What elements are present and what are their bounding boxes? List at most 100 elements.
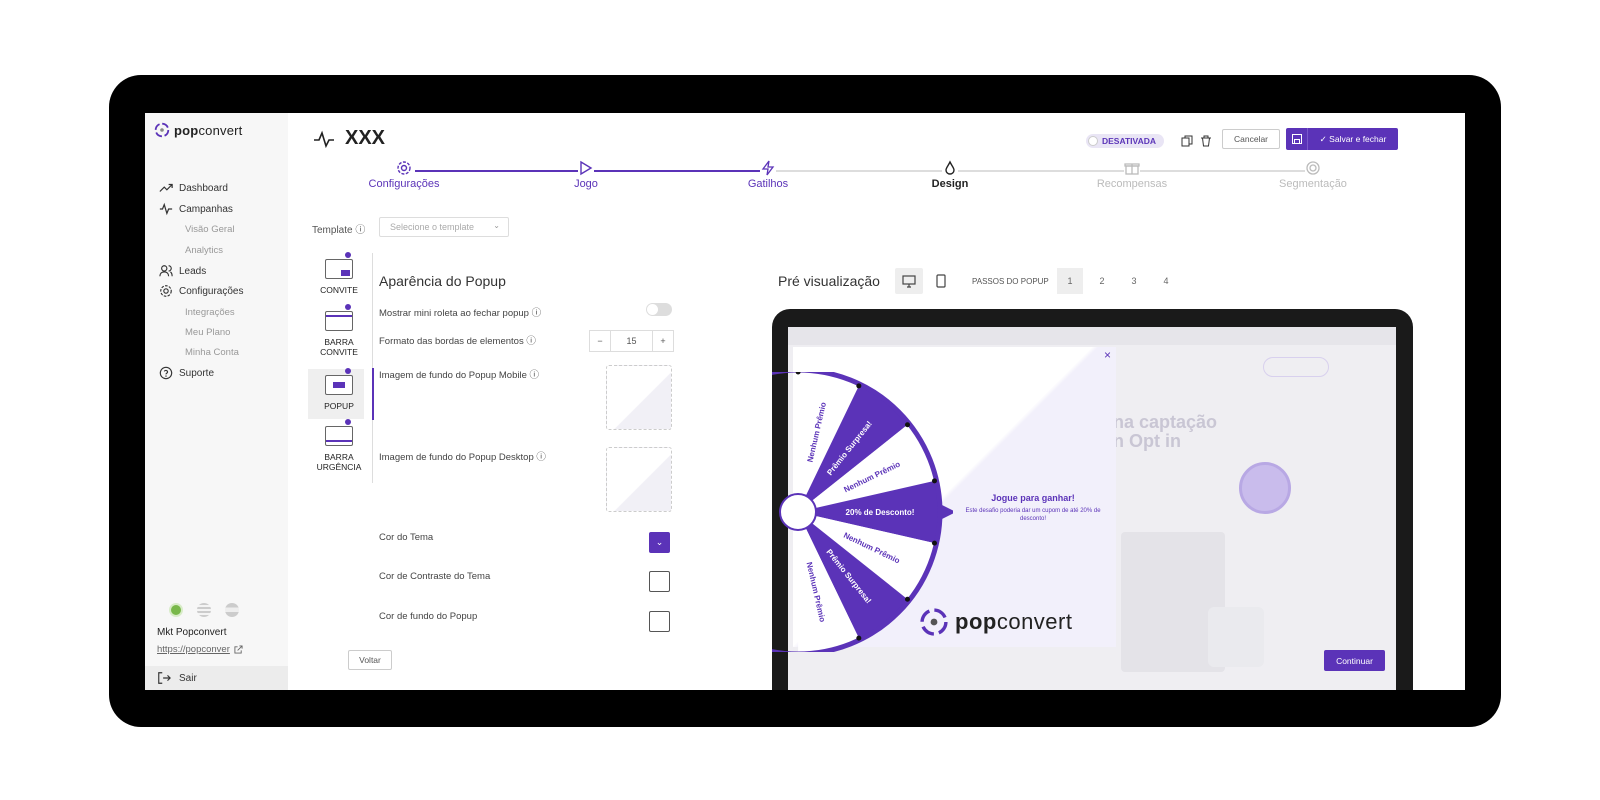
step-label: Configurações xyxy=(368,178,440,190)
template-select[interactable]: Selecione o template ⌄ xyxy=(379,217,509,237)
continue-button[interactable]: Continuar xyxy=(1324,650,1385,671)
popup-step-2[interactable]: 2 xyxy=(1089,268,1115,294)
section-title: Aparência do Popup xyxy=(379,273,506,289)
close-icon[interactable]: × xyxy=(1104,348,1111,362)
info-icon: ⓘ xyxy=(355,225,366,236)
droplet-icon xyxy=(942,160,958,176)
nav-visao-geral[interactable]: Visão Geral xyxy=(185,224,234,235)
preview-title: Pré visualização xyxy=(778,273,880,289)
wheel-peg xyxy=(904,422,910,428)
users-icon xyxy=(159,265,173,277)
preview-site: na captação n Opt in Nenhum Prêmio Prêmio… xyxy=(772,327,1396,690)
tab-label: POPUP xyxy=(324,401,354,411)
popup-step-1[interactable]: 1 xyxy=(1057,268,1083,294)
back-button[interactable]: Voltar xyxy=(348,650,392,670)
logo-text-pop: pop xyxy=(174,122,199,138)
info-icon: ⓘ xyxy=(529,370,540,381)
external-link-icon xyxy=(234,645,243,654)
wheel-peg xyxy=(931,540,937,546)
step-design[interactable]: Design xyxy=(895,160,1005,190)
img-mobile-text: Imagem de fundo do Popup Mobile xyxy=(379,370,527,381)
upload-desktop-image[interactable] xyxy=(606,447,672,512)
flag-usa-icon[interactable] xyxy=(197,603,211,617)
desktop-view-button[interactable] xyxy=(895,268,923,294)
site-phone-graphic xyxy=(1208,607,1264,667)
cor-contraste-label: Cor de Contraste do Tema xyxy=(379,571,491,582)
logo-icon xyxy=(154,122,170,138)
mobile-view-button[interactable] xyxy=(927,268,955,294)
nav-dashboard-label: Dashboard xyxy=(179,182,228,194)
nav-campanhas[interactable]: Campanhas xyxy=(159,202,233,216)
background-color-swatch[interactable] xyxy=(649,611,670,632)
gear-icon xyxy=(396,160,412,176)
nav-suporte[interactable]: Suporte xyxy=(159,366,214,380)
site-heading-line1: na captação xyxy=(1113,412,1218,432)
site-cta-button xyxy=(1263,357,1329,377)
bordas-input[interactable]: 15 xyxy=(611,331,652,351)
wheel-peg xyxy=(856,635,862,641)
main-content: XXX DESATIVADA Cancelar ✓ Salvar e fecha… xyxy=(288,113,1465,690)
popup-step-4[interactable]: 4 xyxy=(1153,268,1179,294)
step-gatilhos[interactable]: Gatilhos xyxy=(713,160,823,190)
popup-heading: Jogue para ganhar! xyxy=(991,493,1075,503)
page-title: XXX xyxy=(313,127,385,150)
popup-brand-pop: pop xyxy=(955,609,997,634)
save-close-group: ✓ Salvar e fechar xyxy=(1286,128,1398,150)
save-close-button[interactable]: ✓ Salvar e fechar xyxy=(1308,134,1398,145)
nav-analytics[interactable]: Analytics xyxy=(185,245,223,256)
popup-brand-logo: popconvert xyxy=(917,605,1072,639)
mini-roleta-toggle[interactable] xyxy=(646,303,672,316)
info-icon: ⓘ xyxy=(526,336,536,347)
wheel-peg xyxy=(931,478,937,484)
duplicate-icon[interactable] xyxy=(1181,135,1193,147)
nav-integracoes[interactable]: Integrações xyxy=(185,307,235,318)
nav-configuracoes[interactable]: Configurações xyxy=(159,284,243,298)
logout-button[interactable]: Sair xyxy=(157,671,197,685)
img-desktop-label: Imagem de fundo do Popup Desktop ⓘ xyxy=(379,449,546,463)
tab-barra-convite[interactable]: BARRA CONVITE xyxy=(312,304,366,357)
theme-color-swatch[interactable]: ⌄ xyxy=(649,532,670,553)
help-icon xyxy=(159,366,173,380)
monitor-icon xyxy=(902,274,916,288)
organization-link[interactable]: https://popconver xyxy=(157,644,243,655)
trash-icon[interactable] xyxy=(1200,135,1212,147)
barra-urgencia-thumbnail-icon xyxy=(325,419,353,446)
step-label: Gatilhos xyxy=(747,178,789,190)
step-configuracoes[interactable]: Configurações xyxy=(349,160,459,190)
step-label: Design xyxy=(931,178,969,190)
template-placeholder: Selecione o template xyxy=(390,222,475,232)
increment-button[interactable]: + xyxy=(652,331,673,351)
mini-roleta-label: Mostrar mini roleta ao fechar popup ⓘ xyxy=(379,305,541,319)
flag-brazil-icon[interactable] xyxy=(169,603,183,617)
tab-popup[interactable]: POPUP xyxy=(312,368,366,411)
tab-convite[interactable]: CONVITE xyxy=(312,252,366,295)
nav-leads[interactable]: Leads xyxy=(159,264,206,278)
nav-dashboard[interactable]: Dashboard xyxy=(159,181,228,195)
decrement-button[interactable]: − xyxy=(590,331,611,351)
bordas-stepper: − 15 + xyxy=(589,330,674,352)
step-segmentacao[interactable]: Segmentação xyxy=(1258,160,1368,190)
upload-mobile-image[interactable] xyxy=(606,365,672,430)
contrast-color-swatch[interactable] xyxy=(649,571,670,592)
bordas-label: Formato das bordas de elementos ⓘ xyxy=(379,333,536,347)
gear-icon xyxy=(160,285,172,297)
cancel-button[interactable]: Cancelar xyxy=(1222,129,1280,149)
play-icon xyxy=(578,160,594,176)
bordas-text: Formato das bordas de elementos xyxy=(379,336,524,347)
tab-barra-urgencia[interactable]: BARRA URGÊNCIA xyxy=(312,419,366,472)
cor-fundo-label: Cor de fundo do Popup xyxy=(379,611,478,622)
nav-meu-plano[interactable]: Meu Plano xyxy=(185,327,230,338)
nav-minha-conta[interactable]: Minha Conta xyxy=(185,347,239,358)
popup-step-3[interactable]: 3 xyxy=(1121,268,1147,294)
step-jogo[interactable]: Jogo xyxy=(531,160,641,190)
app-logo[interactable]: popconvert xyxy=(153,121,242,139)
wheel-hub xyxy=(779,493,817,531)
trending-up-icon xyxy=(159,183,173,192)
img-desktop-text: Imagem de fundo do Popup Desktop xyxy=(379,452,534,463)
save-button[interactable] xyxy=(1286,128,1308,150)
nav-leads-label: Leads xyxy=(179,265,207,277)
status-toggle[interactable]: DESATIVADA xyxy=(1086,134,1164,148)
step-recompensas[interactable]: Recompensas xyxy=(1077,160,1187,190)
flag-spain-icon[interactable] xyxy=(225,603,239,617)
info-icon: ⓘ xyxy=(531,308,542,319)
